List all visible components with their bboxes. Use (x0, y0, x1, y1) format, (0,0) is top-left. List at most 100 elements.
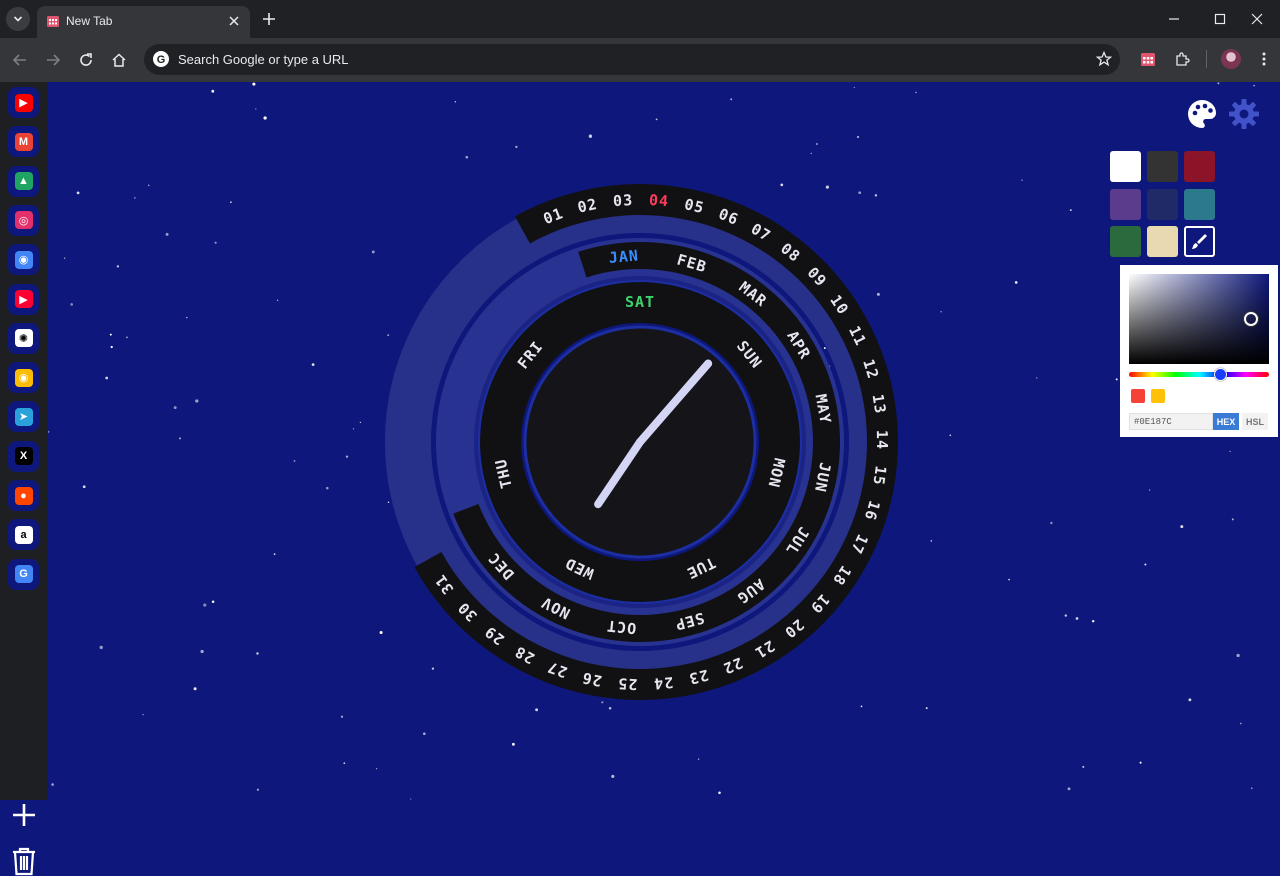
theme-swatches (1109, 150, 1217, 258)
tab-close-button[interactable] (226, 13, 242, 29)
close-icon (1251, 13, 1263, 25)
sidebar-shortcut-amazon[interactable]: a (8, 519, 39, 551)
amazon-icon: a (14, 525, 33, 544)
sidebar-shortcut-instagram[interactable]: ◎ (8, 204, 39, 236)
gmail-icon: M (14, 132, 33, 151)
calendar-icon (1141, 53, 1155, 66)
weekday-label: SAT (625, 293, 655, 311)
reload-icon (80, 53, 92, 66)
reddit-icon: ● (14, 486, 33, 505)
tab-strip: New Tab (0, 0, 1280, 38)
day-of-month-label: 04 (648, 191, 669, 211)
new-tab-page: 01 02 03 04 05 06 07 08 09 10 11 12 13 14 15 16 17 18 19 20… (48, 82, 1280, 800)
reload-button[interactable] (74, 48, 98, 72)
tab-title: New Tab (66, 14, 113, 28)
google-icon: G (153, 51, 169, 67)
bookmark-star-icon[interactable] (1096, 51, 1112, 67)
day-of-month-label: 24 (652, 673, 674, 693)
close-window-button[interactable] (1234, 0, 1280, 38)
saturation-handle[interactable] (1244, 312, 1258, 326)
svg-text:G: G (157, 54, 166, 66)
sidebar-shortcut-x[interactable]: X (8, 440, 39, 472)
menu-button[interactable] (1254, 49, 1274, 69)
youtube-music-icon: ▶ (14, 290, 33, 308)
preset-color-amber[interactable] (1151, 389, 1165, 403)
hex-input[interactable]: #0E187C (1129, 413, 1213, 430)
chrome-icon: ◉ (14, 368, 33, 387)
sidebar-shortcut-youtube-music[interactable]: ▶ (8, 283, 39, 315)
omnibox-placeholder: Search Google or type a URL (178, 52, 349, 67)
hue-slider[interactable] (1129, 372, 1269, 377)
gear-icon[interactable] (1228, 98, 1260, 130)
telegram-icon: ➤ (14, 407, 33, 426)
custom-color-swatch[interactable] (1184, 226, 1215, 257)
plus-icon (263, 13, 275, 25)
toolbar-separator (1206, 50, 1207, 68)
tab-new-tab[interactable]: New Tab (37, 6, 250, 38)
trash-icon[interactable] (10, 846, 38, 876)
month-label: OCT (605, 617, 637, 638)
minimize-button[interactable] (1151, 0, 1197, 38)
day-of-month-label: 14 (873, 430, 891, 450)
omnibox[interactable]: G Search Google or type a URL (144, 44, 1120, 75)
day-of-month-label: 15 (869, 465, 890, 487)
google-translate-icon: G (14, 565, 33, 584)
theme-swatch[interactable] (1184, 188, 1215, 220)
day-of-month-label: 13 (869, 393, 890, 416)
day-of-month-label: 03 (612, 191, 633, 210)
kebab-menu-icon (1262, 52, 1266, 66)
brush-icon (1192, 234, 1207, 249)
sidebar-shortcut-chromium[interactable]: ◉ (8, 244, 39, 276)
maximize-icon (1214, 13, 1226, 25)
shortcut-sidebar: ▶ M ▲ ◎ ◉ ▶ ✺ ◉ ➤ X ● a G (0, 82, 48, 876)
forward-button[interactable] (41, 48, 65, 72)
palette-icon[interactable] (1186, 98, 1218, 130)
calendar-extension-button[interactable] (1138, 49, 1158, 69)
color-picker: #0E187C HEX HSL (1120, 265, 1278, 437)
theme-swatch[interactable] (1184, 151, 1215, 182)
back-button[interactable] (8, 48, 32, 72)
puzzle-icon (1176, 52, 1190, 66)
day-of-month-label: 25 (617, 674, 638, 693)
youtube-icon: ▶ (14, 93, 33, 112)
sidebar-shortcut-chatgpt[interactable]: ✺ (8, 322, 39, 354)
arrow-left-icon (12, 54, 26, 66)
theme-swatch[interactable] (1110, 151, 1141, 182)
chromium-icon: ◉ (14, 250, 33, 269)
minimize-icon (1169, 18, 1179, 20)
sidebar-shortcut-telegram[interactable]: ➤ (8, 401, 39, 433)
new-tab-button[interactable] (259, 9, 279, 29)
instagram-icon: ◎ (14, 211, 33, 230)
sidebar-shortcut-reddit[interactable]: ● (8, 480, 39, 511)
hue-handle[interactable] (1214, 368, 1227, 381)
hsl-mode-button[interactable]: HSL (1242, 413, 1268, 430)
hex-mode-button[interactable]: HEX (1213, 413, 1239, 430)
theme-swatch[interactable] (1147, 151, 1178, 182)
preset-color-red[interactable] (1131, 389, 1145, 403)
tab-search-button[interactable] (6, 7, 30, 31)
theme-swatch[interactable] (1110, 188, 1141, 220)
profile-avatar[interactable] (1221, 49, 1241, 69)
home-button[interactable] (107, 48, 131, 72)
circular-calendar-clock: 01 02 03 04 05 060708091011121314151617181920… (385, 183, 899, 700)
add-shortcut-button[interactable] (10, 801, 38, 829)
sidebar-shortcut-youtube[interactable]: ▶ (8, 87, 39, 118)
theme-swatch[interactable] (1147, 226, 1178, 257)
sidebar-shortcut-gmail[interactable]: M (8, 126, 39, 158)
theme-swatch[interactable] (1110, 226, 1141, 257)
browser-toolbar: G Search Google or type a URL (0, 38, 1280, 82)
sidebar-shortcut-google-translate[interactable]: G (8, 558, 39, 590)
arrow-right-icon (47, 54, 61, 66)
sidebar-shortcut-google-drive[interactable]: ▲ (8, 165, 39, 197)
calendar-favicon-icon (47, 16, 59, 27)
chatgpt-icon: ✺ (14, 329, 33, 348)
chevron-down-icon (13, 16, 23, 22)
extensions-button[interactable] (1172, 49, 1192, 69)
home-icon (112, 53, 126, 67)
month-label: JAN (608, 246, 640, 267)
sidebar-shortcut-chrome[interactable]: ◉ (8, 362, 39, 394)
close-icon (229, 16, 239, 26)
google-drive-icon: ▲ (14, 172, 33, 191)
theme-swatch[interactable] (1147, 188, 1178, 220)
x-icon: X (14, 447, 33, 466)
